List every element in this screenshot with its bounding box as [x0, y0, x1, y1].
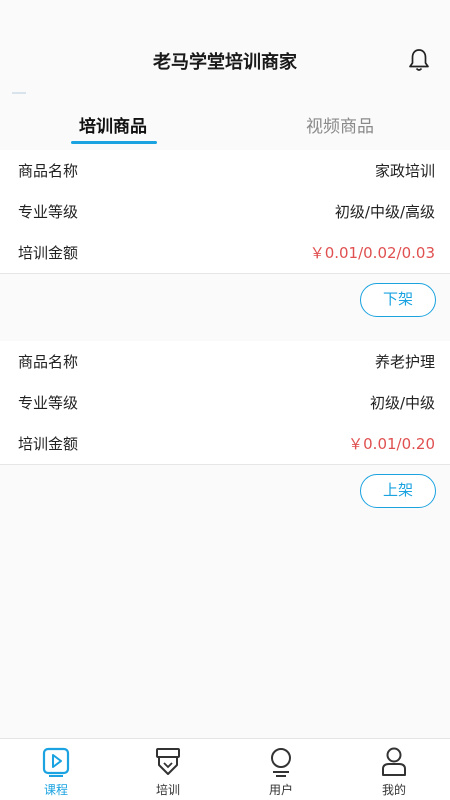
divider-mark	[12, 92, 26, 94]
product-name-row: 商品名称 养老护理	[0, 341, 450, 382]
row-label: 商品名称	[18, 353, 79, 371]
nav-item-users[interactable]: 用户	[225, 739, 337, 800]
tab-training-products[interactable]: 培训商品	[38, 112, 188, 137]
row-value: 养老护理	[374, 353, 435, 371]
nav-label: 培训	[155, 783, 180, 797]
tab-bar: 培训商品 视频商品	[0, 100, 450, 148]
price-row: 培训金额 ￥0.01/0.20	[0, 423, 450, 464]
active-tab-indicator	[71, 141, 157, 144]
training-icon	[156, 748, 180, 775]
app-screen: 老马学堂培训商家 培训商品 视频商品 商品名称 家政培训 专业等级 初级/中级/…	[0, 0, 450, 800]
row-label: 专业等级	[18, 394, 79, 412]
nav-item-training[interactable]: 培训	[112, 739, 224, 800]
header: 老马学堂培训商家	[0, 0, 450, 100]
nav-label: 我的	[381, 783, 406, 797]
level-row: 专业等级 初级/中级	[0, 382, 450, 423]
price-value: ￥0.01/0.02/0.03	[309, 244, 435, 262]
take-down-button[interactable]: 下架	[360, 283, 436, 317]
row-value: 初级/中级	[369, 394, 435, 412]
row-label: 专业等级	[18, 203, 79, 221]
put-on-shelf-button[interactable]: 上架	[360, 474, 436, 508]
row-label: 商品名称	[18, 162, 79, 180]
action-area: 下架	[0, 274, 450, 324]
page-title: 老马学堂培训商家	[153, 52, 297, 73]
nav-item-course[interactable]: 课程	[0, 739, 112, 800]
product-name-row: 商品名称 家政培训	[0, 150, 450, 191]
profile-icon	[382, 747, 406, 776]
user-icon	[271, 748, 291, 777]
price-row: 培训金额 ￥0.01/0.02/0.03	[0, 232, 450, 273]
row-label: 培训金额	[18, 435, 79, 453]
nav-label: 用户	[268, 783, 293, 797]
row-value: 初级/中级/高级	[334, 203, 435, 221]
product-card: 商品名称 家政培训 专业等级 初级/中级/高级 培训金额 ￥0.01/0.02/…	[0, 150, 450, 324]
nav-label: 课程	[43, 783, 68, 797]
product-card: 商品名称 养老护理 专业等级 初级/中级 培训金额 ￥0.01/0.20 上架	[0, 341, 450, 515]
price-value: ￥0.01/0.20	[348, 435, 435, 453]
nav-item-profile[interactable]: 我的	[338, 739, 450, 800]
bell-icon[interactable]	[408, 48, 430, 72]
row-label: 培训金额	[18, 244, 79, 262]
tab-video-products[interactable]: 视频商品	[265, 112, 415, 137]
bottom-nav: 课程 培训 用户 我的	[0, 738, 450, 800]
level-row: 专业等级 初级/中级/高级	[0, 191, 450, 232]
course-icon	[42, 747, 70, 777]
action-area: 上架	[0, 465, 450, 515]
row-value: 家政培训	[374, 162, 435, 180]
